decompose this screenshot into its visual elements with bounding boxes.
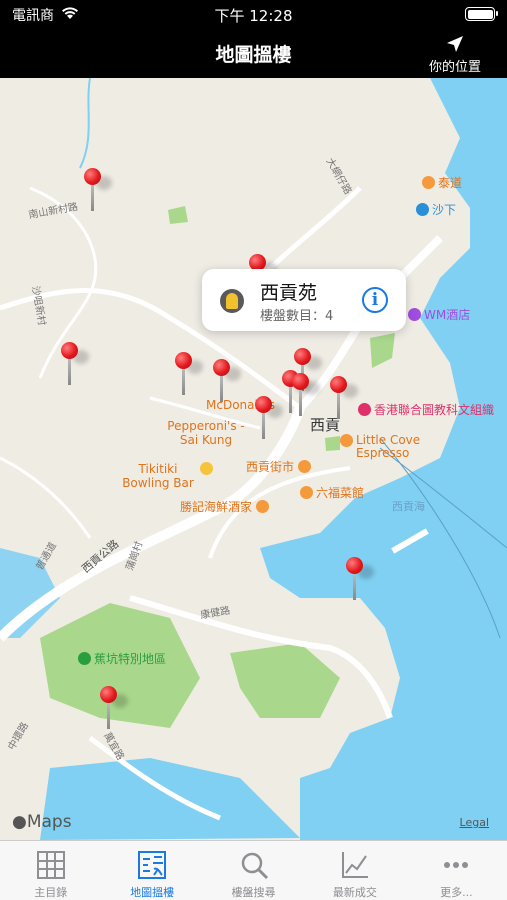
poi-label[interactable]: 西貢街市 — [246, 458, 314, 475]
callout-estate-name: 西貢苑 — [260, 282, 318, 304]
legal-link[interactable]: Legal — [460, 816, 489, 829]
map-search-icon — [138, 851, 167, 879]
apple-logo-icon: ● — [12, 812, 27, 832]
maps-logo: ●Maps — [12, 812, 72, 832]
property-pin[interactable] — [61, 342, 89, 386]
my-location-label: 你的位置 — [428, 60, 481, 75]
tab-property-search[interactable]: 樓盤搜尋 — [203, 841, 304, 900]
tab-bar: 主目錄 地圖搵樓 樓盤搜尋 最新成交 更多... — [0, 840, 507, 900]
tab-main-menu[interactable]: 主目錄 — [0, 841, 101, 900]
tab-map-search[interactable]: 地圖搵樓 — [101, 841, 202, 900]
tab-latest-transactions[interactable]: 最新成交 — [304, 841, 405, 900]
property-pin[interactable] — [100, 686, 128, 730]
tab-label: 主目錄 — [34, 886, 68, 899]
more-dots-icon — [444, 862, 469, 868]
nav-bar: 地圖搵樓 你的位置 — [0, 28, 507, 78]
poi-label[interactable]: Pepperoni's - Sai Kung — [165, 419, 247, 447]
grid-icon — [36, 851, 65, 879]
property-callout[interactable]: 西貢苑 樓盤數目：4 i — [202, 269, 406, 331]
property-pin[interactable] — [292, 373, 320, 417]
map-view[interactable]: 南山新村路 大網仔路 西貢公路 康健路 普通道 萬宜路 蒲崗村 沙咀新村 中環路… — [0, 78, 507, 840]
callout-listing-count: 樓盤數目：4 — [260, 309, 334, 324]
property-pin[interactable] — [346, 557, 374, 601]
clock: 下午 12:28 — [214, 7, 293, 25]
tab-label: 最新成交 — [332, 886, 377, 899]
poi-label[interactable]: Tikitiki Bowling Bar — [120, 462, 216, 490]
tab-more[interactable]: 更多... — [406, 841, 507, 900]
property-pin[interactable] — [330, 376, 358, 420]
poi-label[interactable]: WM酒店 — [408, 306, 470, 323]
magnifier-icon — [241, 852, 268, 880]
tab-label: 樓盤搜尋 — [231, 886, 276, 899]
property-pin[interactable] — [255, 396, 283, 440]
property-pin[interactable] — [84, 168, 112, 212]
poi-label[interactable]: 泰道 — [422, 174, 462, 191]
tab-label: 地圖搵樓 — [130, 886, 175, 899]
poi-label[interactable]: Little Cove Espresso — [340, 434, 436, 460]
property-pin[interactable] — [175, 352, 203, 396]
my-location-button[interactable]: 你的位置 — [417, 32, 493, 75]
location-arrow-icon — [447, 36, 463, 52]
info-icon[interactable]: i — [362, 287, 388, 313]
property-pin[interactable] — [213, 359, 241, 403]
poi-label[interactable]: 勝記海鮮酒家 — [180, 498, 272, 515]
poi-label[interactable]: 沙下 — [416, 201, 456, 218]
battery-icon — [465, 7, 498, 21]
park-label[interactable]: 蕉坑特別地區 — [78, 650, 166, 667]
tab-label: 更多... — [440, 886, 473, 899]
poi-label[interactable]: 六福菜館 — [300, 484, 364, 501]
estate-avatar-icon — [220, 289, 244, 313]
status-bar: 電訊商 下午 12:28 — [0, 0, 507, 28]
water-label: 西貢海 — [392, 500, 425, 513]
poi-label[interactable]: 香港聯合圖教科文組織 — [358, 401, 506, 418]
line-chart-icon — [341, 852, 368, 878]
